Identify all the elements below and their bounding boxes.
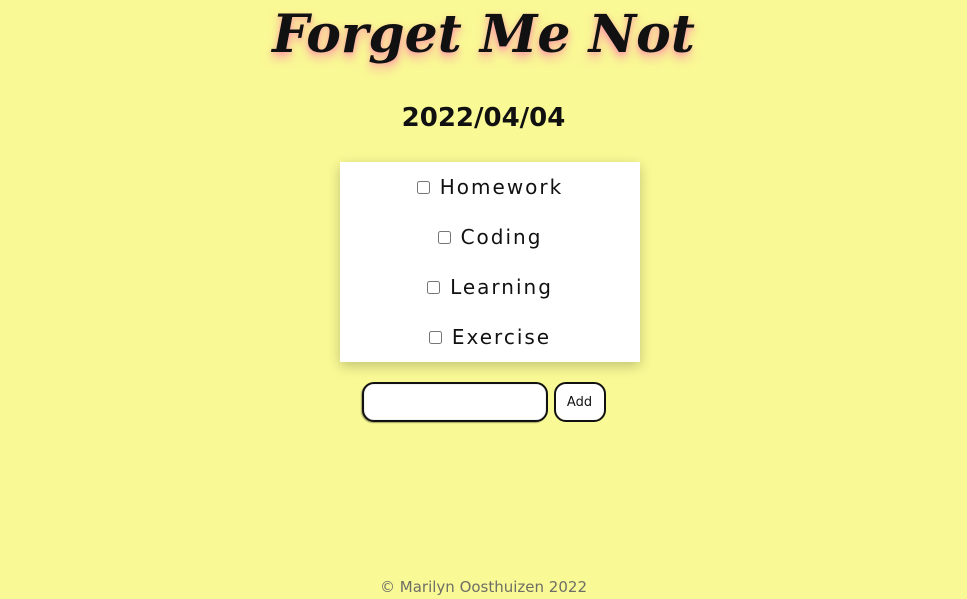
add-task-form: Add <box>0 382 967 422</box>
new-task-input[interactable] <box>361 382 548 422</box>
task-item: Learning <box>340 262 640 312</box>
current-date: 2022/04/04 <box>401 103 566 133</box>
add-button[interactable]: Add <box>553 382 606 422</box>
task-label: Coding <box>460 225 543 249</box>
task-label: Learning <box>450 275 553 299</box>
task-label: Exercise <box>451 325 552 349</box>
task-list: Homework Coding Learning Exercise <box>340 162 640 362</box>
task-checkbox-exercise[interactable] <box>428 330 442 344</box>
task-checkbox-homework[interactable] <box>416 180 430 194</box>
task-checkbox-coding[interactable] <box>437 230 451 244</box>
footer-copyright: © Marilyn Oosthuizen 2022 <box>380 578 587 596</box>
task-checkbox-learning[interactable] <box>427 280 441 294</box>
task-item: Coding <box>340 212 640 262</box>
app-title: Forget Me Not <box>272 4 695 65</box>
task-label: Homework <box>439 175 564 199</box>
task-item: Homework <box>340 162 640 212</box>
task-item: Exercise <box>340 312 640 362</box>
